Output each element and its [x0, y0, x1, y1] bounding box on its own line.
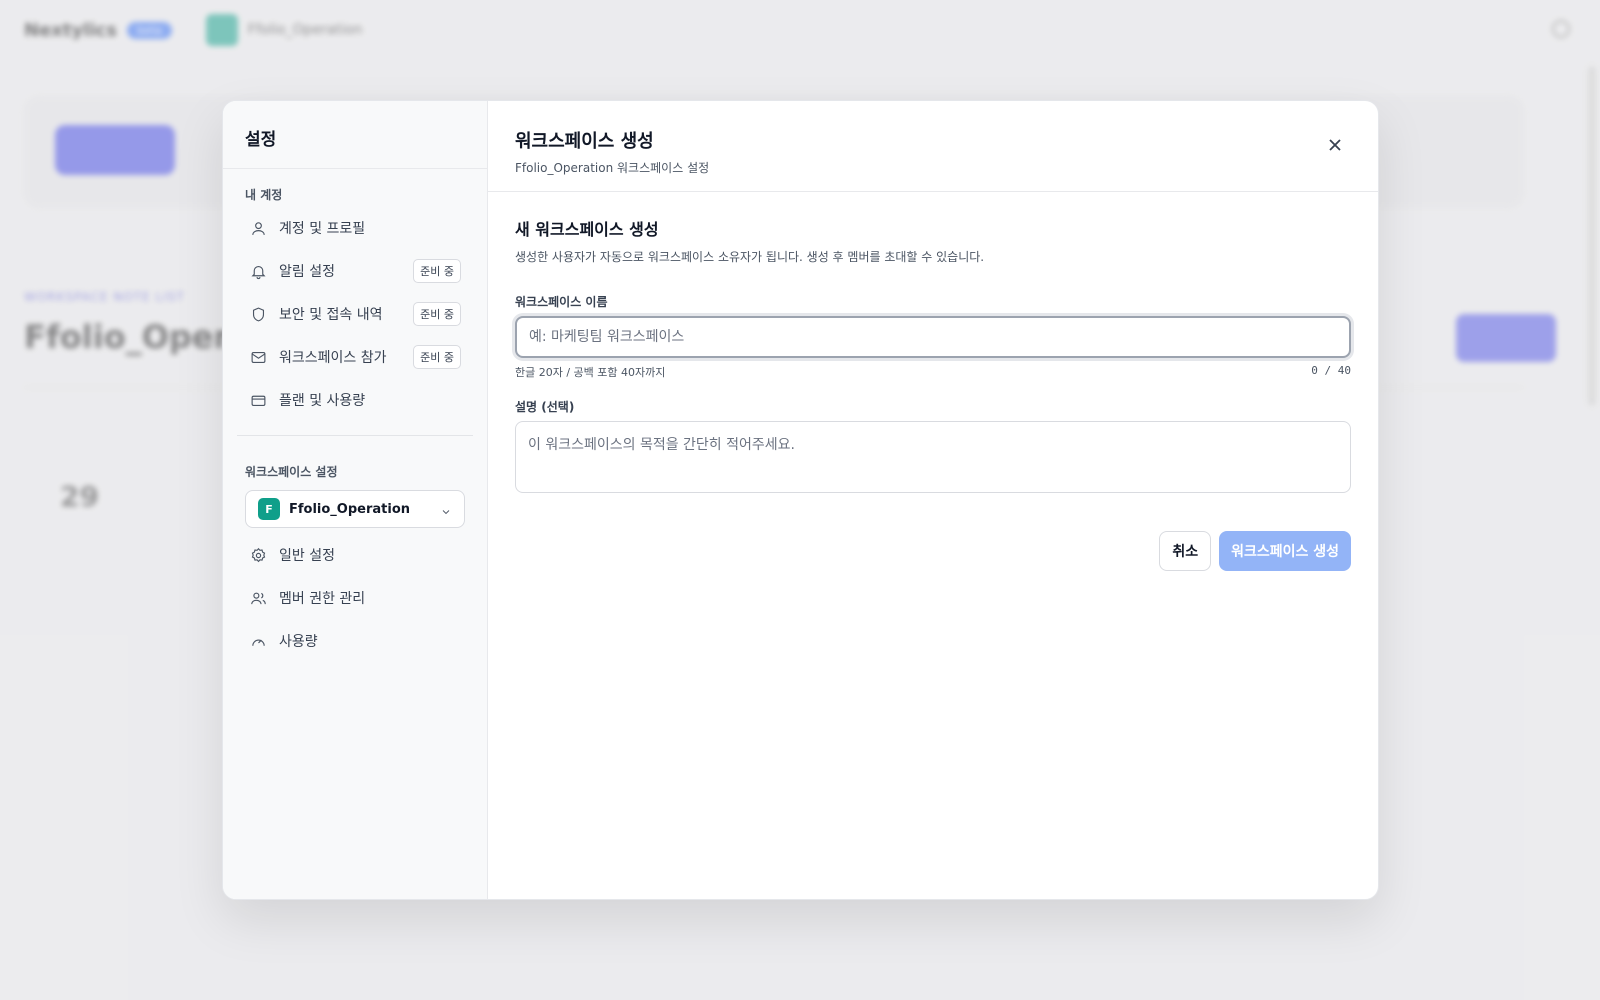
workspace-name-label: 워크스페이스 이름 — [515, 295, 608, 309]
close-button[interactable] — [1326, 137, 1344, 155]
nav-label: 플랜 및 사용량 — [279, 393, 366, 409]
credit-card-icon — [249, 391, 267, 409]
workspace-select[interactable]: F Ffolio_Operation — [245, 490, 465, 528]
nav-label: 워크스페이스 참가 — [279, 350, 387, 366]
description-label: 설명 (선택) — [515, 400, 575, 414]
form-actions: 취소 워크스페이스 생성 — [515, 531, 1351, 571]
mail-icon — [249, 348, 267, 366]
nav-join-workspace[interactable]: 워크스페이스 참가 준비 중 — [223, 336, 487, 378]
account-section-label: 내 계정 — [245, 188, 283, 202]
settings-title: 설정 — [223, 101, 487, 169]
nav-account-profile[interactable]: 계정 및 프로필 — [223, 207, 487, 249]
bell-icon — [249, 262, 267, 280]
main-header: 워크스페이스 생성 Ffolio_Operation 워크스페이스 설정 — [488, 101, 1378, 192]
description-textarea[interactable] — [515, 421, 1351, 493]
settings-sidebar: 설정 내 계정 계정 및 프로필 알림 설정 준비 중 보안 및 접속 내역 준… — [223, 101, 488, 899]
coming-soon-badge: 준비 중 — [413, 259, 461, 283]
gauge-icon — [249, 632, 267, 650]
name-hint-row: 한글 20자 / 공백 포함 40자까지 0 / 40 — [515, 364, 1351, 380]
sidebar-divider — [237, 435, 473, 436]
nav-label: 보안 및 접속 내역 — [279, 307, 383, 323]
nav-member-permissions[interactable]: 멤버 권한 관리 — [223, 577, 487, 619]
workspace-name-input[interactable] — [515, 316, 1351, 358]
settings-modal: 설정 내 계정 계정 및 프로필 알림 설정 준비 중 보안 및 접속 내역 준… — [222, 100, 1379, 900]
shield-icon — [249, 305, 267, 323]
nav-plan-usage[interactable]: 플랜 및 사용량 — [223, 379, 487, 421]
nav-label: 멤버 권한 관리 — [279, 591, 366, 607]
nav-label: 알림 설정 — [279, 264, 335, 280]
form-title: 새 워크스페이스 생성 — [515, 220, 659, 239]
user-icon — [249, 219, 267, 237]
form-description: 생성한 사용자가 자동으로 워크스페이스 소유자가 됩니다. 생성 후 멤버를 … — [515, 250, 985, 264]
create-workspace-form: 새 워크스페이스 생성 생성한 사용자가 자동으로 워크스페이스 소유자가 됩니… — [488, 192, 1378, 571]
nav-label: 사용량 — [279, 634, 318, 650]
coming-soon-badge: 준비 중 — [413, 345, 461, 369]
create-workspace-button[interactable]: 워크스페이스 생성 — [1219, 531, 1351, 571]
workspace-section-label: 워크스페이스 설정 — [245, 465, 338, 479]
gear-icon — [249, 546, 267, 564]
close-icon — [1328, 137, 1342, 156]
workspace-select-name: Ffolio_Operation — [289, 501, 411, 517]
page-title: 워크스페이스 생성 — [515, 131, 654, 152]
nav-label: 일반 설정 — [279, 548, 335, 564]
name-hint: 한글 20자 / 공백 포함 40자까지 — [515, 366, 666, 379]
nav-general-settings[interactable]: 일반 설정 — [223, 534, 487, 576]
nav-usage[interactable]: 사용량 — [223, 620, 487, 662]
page-subtitle: Ffolio_Operation 워크스페이스 설정 — [515, 161, 710, 175]
settings-main: 워크스페이스 생성 Ffolio_Operation 워크스페이스 설정 새 워… — [488, 101, 1378, 899]
nav-label: 계정 및 프로필 — [279, 221, 366, 237]
name-char-counter: 0 / 40 — [1311, 364, 1351, 377]
cancel-button[interactable]: 취소 — [1159, 531, 1212, 571]
chevron-down-icon — [440, 503, 452, 522]
nav-security[interactable]: 보안 및 접속 내역 준비 중 — [223, 293, 487, 335]
users-icon — [249, 589, 267, 607]
nav-notifications[interactable]: 알림 설정 준비 중 — [223, 250, 487, 292]
workspace-avatar: F — [258, 498, 280, 520]
coming-soon-badge: 준비 중 — [413, 302, 461, 326]
